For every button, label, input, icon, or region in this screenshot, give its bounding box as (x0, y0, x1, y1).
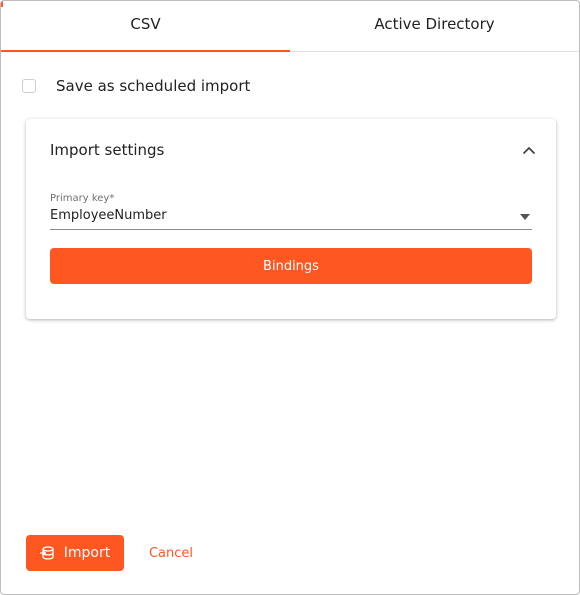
cancel-button-label: Cancel (148, 545, 194, 561)
database-import-icon (39, 546, 54, 560)
bindings-button-label: Bindings (263, 258, 319, 274)
primary-key-select[interactable]: EmployeeNumber (50, 207, 532, 230)
scheduled-import-option[interactable]: Save as scheduled import (22, 75, 250, 97)
tab-active-directory-label: Active Directory (374, 15, 495, 33)
primary-key-label: Primary key* (50, 193, 115, 204)
import-settings-panel: Import settings Primary key* EmployeeNum… (26, 119, 556, 319)
scheduled-import-label: Save as scheduled import (56, 77, 251, 95)
primary-key-value: EmployeeNumber (50, 208, 167, 223)
import-button-label: Import (63, 545, 111, 561)
import-settings-title: Import settings (50, 141, 165, 159)
dropdown-arrow-icon (520, 214, 530, 220)
tab-active-directory[interactable]: Active Directory (290, 1, 579, 51)
tab-csv[interactable]: CSV (1, 1, 290, 52)
import-dialog: CSV Active Directory Save as scheduled i… (0, 0, 580, 595)
chevron-up-icon[interactable] (522, 143, 536, 157)
bindings-button[interactable]: Bindings (50, 248, 532, 284)
tab-csv-label: CSV (130, 15, 161, 33)
tab-bar: CSV Active Directory (1, 1, 579, 52)
import-button[interactable]: Import (26, 535, 124, 571)
scheduled-import-checkbox[interactable] (22, 79, 36, 93)
import-settings-header[interactable]: Import settings (26, 119, 556, 181)
cancel-button[interactable]: Cancel (141, 535, 201, 571)
